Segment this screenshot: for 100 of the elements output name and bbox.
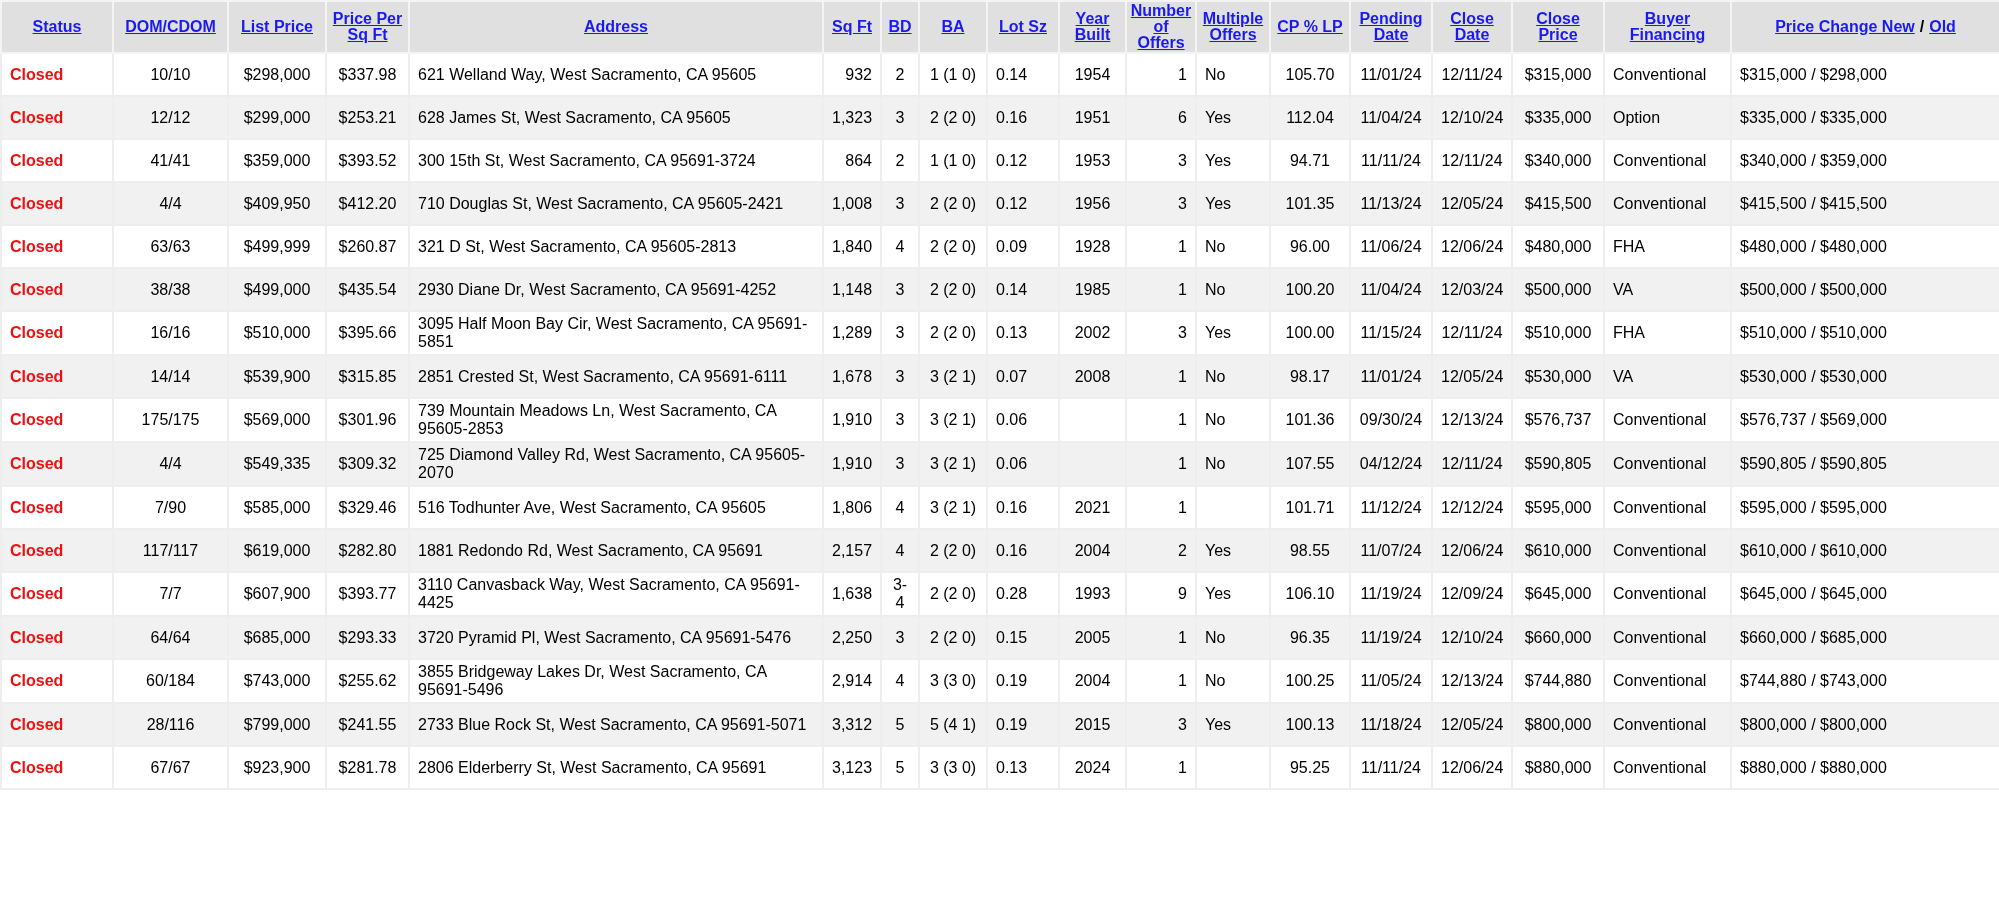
bedrooms-text: 2 [895, 65, 905, 83]
price-text: $590,805 [1524, 455, 1592, 472]
bedrooms-text: 2 [895, 151, 905, 169]
sqft-text: 2,250 [832, 628, 873, 646]
date-text: 12/06/24 [1441, 237, 1504, 255]
financing-text: Conventional [1613, 411, 1707, 428]
address-text: 3855 Bridgeway Lakes Dr, West Sacramento, CA 95691-5496 [418, 663, 767, 698]
column-sort-link[interactable]: Price Change New [1775, 19, 1915, 35]
ratio-text: 112.04 [1286, 108, 1334, 126]
price-text: $923,900 [243, 758, 311, 776]
price-text: $585,000 [243, 498, 311, 516]
baths-text: 2 (2 0) [929, 324, 977, 341]
status-text: Closed [10, 194, 64, 212]
price-text: $315,000 [1524, 65, 1592, 83]
baths-text: 3 (2 1) [929, 367, 977, 385]
multiple-offers-text: No [1205, 628, 1226, 646]
price-text: $799,000 [243, 715, 311, 733]
price-change-text: $645,000 / $645,000 [1740, 585, 1887, 602]
financing-text: VA [1613, 280, 1634, 298]
bedrooms-text: 5 [895, 758, 905, 776]
price-text: $619,000 [243, 541, 311, 559]
year-text: 2005 [1074, 628, 1111, 646]
bedrooms-text: 4 [895, 498, 905, 516]
address-text: 321 D St, West Sacramento, CA 95605-2813 [418, 237, 737, 255]
dom-text: 7/90 [154, 498, 187, 516]
date-text: 11/01/24 [1360, 367, 1422, 385]
status-text: Closed [10, 672, 64, 689]
address-text: 710 Douglas St, West Sacramento, CA 95605-2421 [418, 194, 784, 212]
offers-text: 1 [1178, 367, 1187, 385]
status-text: Closed [10, 108, 64, 126]
offers-text: 1 [1178, 498, 1187, 516]
offers-text: 1 [1178, 280, 1187, 298]
offers-text: 1 [1178, 758, 1187, 776]
bedrooms-text: 3 [895, 324, 905, 341]
price-text: $607,900 [243, 585, 311, 602]
date-text: 12/10/24 [1441, 108, 1504, 126]
baths-text: 2 (2 0) [929, 541, 977, 559]
dom-text: 4/4 [159, 455, 182, 472]
lot-size-text: 0.13 [996, 324, 1028, 341]
price-text: $298,000 [243, 65, 311, 83]
separator-text: / [1919, 19, 1925, 35]
year-text: 2015 [1074, 715, 1111, 733]
multiple-offers-text: No [1205, 672, 1226, 689]
address-text: 1881 Redondo Rd, West Sacramento, CA 95691 [418, 541, 763, 559]
price-text: $539,900 [243, 367, 311, 385]
date-text: 11/04/24 [1360, 280, 1422, 298]
date-text: 11/11/24 [1361, 151, 1421, 169]
date-text: 04/12/24 [1359, 455, 1423, 472]
sqft-text: 1,840 [832, 237, 873, 255]
lot-size-text: 0.15 [996, 628, 1028, 646]
sqft-text: 3,123 [832, 758, 873, 776]
year-text: 1985 [1074, 280, 1111, 298]
dom-text: 16/16 [150, 324, 191, 341]
price-text: $569,000 [243, 411, 311, 428]
dom-text: 10/10 [150, 65, 191, 83]
date-text: 11/15/24 [1360, 324, 1422, 341]
date-text: 11/07/24 [1360, 541, 1422, 559]
sqft-text: 1,323 [832, 108, 873, 126]
price-change-text: $576,737 / $569,000 [1740, 411, 1887, 428]
price-text: $685,000 [243, 628, 311, 646]
baths-text: 3 (2 1) [929, 455, 977, 472]
status-text: Closed [10, 541, 64, 559]
status-text: Closed [10, 411, 64, 428]
offers-text: 9 [1178, 585, 1187, 602]
price-text: $510,000 [243, 324, 311, 341]
price-text: $255.62 [338, 672, 397, 689]
price-text: $393.52 [338, 151, 397, 169]
address-text: 725 Diamond Valley Rd, West Sacramento, CA 95605-2070 [418, 446, 806, 481]
bedrooms-text: 3 [895, 367, 905, 385]
lot-size-text: 0.14 [996, 65, 1028, 83]
baths-text: 1 (1 0) [929, 151, 977, 169]
lot-size-text: 0.19 [996, 672, 1028, 689]
sqft-text: 2,157 [832, 541, 873, 559]
price-change-text: $335,000 / $335,000 [1740, 108, 1887, 126]
address-text: 2930 Diane Dr, West Sacramento, CA 95691-4252 [418, 280, 777, 298]
column-sort-link[interactable]: Address [584, 19, 648, 35]
price-text: $510,000 [1524, 324, 1592, 341]
price-text: $660,000 [1524, 628, 1592, 646]
offers-text: 1 [1178, 455, 1187, 472]
price-text: $744,880 [1524, 672, 1592, 689]
lot-size-text: 0.06 [996, 455, 1028, 472]
column-sort-link[interactable]: Old [1929, 19, 1956, 35]
address-text: 2733 Blue Rock St, West Sacramento, CA 95691-5071 [418, 715, 807, 733]
date-text: 11/19/24 [1360, 628, 1422, 646]
status-text: Closed [10, 151, 64, 169]
column-sort-link[interactable]: BD [888, 19, 912, 35]
column-sort-link[interactable]: Status [32, 19, 82, 35]
baths-text: 2 (2 0) [929, 585, 977, 602]
baths-text: 2 (2 0) [929, 108, 977, 126]
financing-text: FHA [1613, 237, 1645, 255]
ratio-text: 95.25 [1289, 758, 1330, 776]
offers-text: 1 [1178, 672, 1187, 689]
date-text: 11/04/24 [1360, 108, 1422, 126]
status-text: Closed [10, 367, 64, 385]
offers-text: 1 [1178, 65, 1187, 83]
lot-size-text: 0.16 [996, 108, 1028, 126]
column-sort-link[interactable]: BA [941, 19, 965, 35]
baths-text: 2 (2 0) [929, 280, 977, 298]
status-text: Closed [10, 65, 64, 83]
multiple-offers-text: Yes [1205, 715, 1232, 733]
